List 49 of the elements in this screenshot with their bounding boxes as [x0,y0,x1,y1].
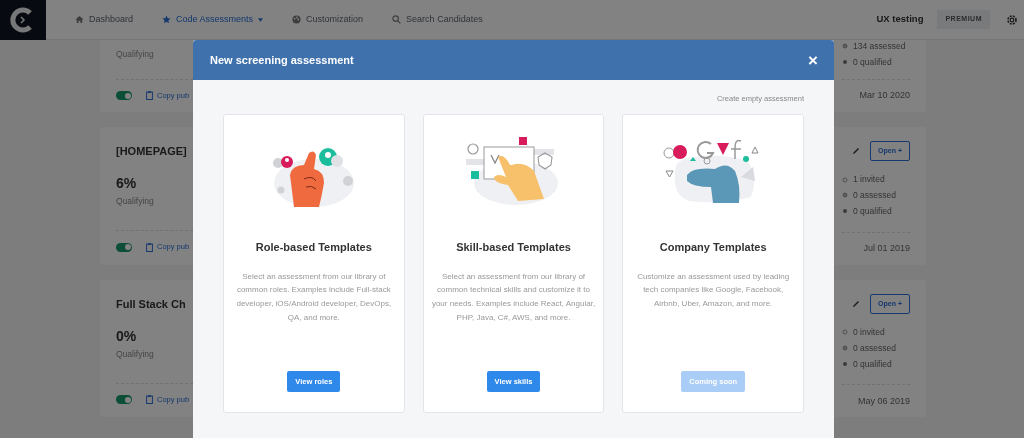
assessment-title[interactable]: [HOMEPAGE] [116,142,187,160]
stat-item: 134 assessed [842,40,906,53]
active-toggle[interactable] [116,91,132,101]
template-description: Select an assessment from our library of common roles. Examples include Full-stack developer, iOS/Android developer, DevOps, QA, and more. [235,270,393,324]
close-button[interactable]: × [808,51,818,69]
qualifying-label: Qualifying [116,348,154,361]
stat-item: 0 qualified [842,55,906,69]
created-date: Mar 10 2020 [859,88,910,102]
stat-item: 0 invited [842,326,896,339]
stat-dot-icon [842,41,848,52]
template-title: Role-based Templates [255,240,372,256]
qualifying-label: Qualifying [116,48,154,61]
template-title: Skill-based Templates [456,240,571,256]
created-date: May 06 2019 [857,394,910,408]
stat-dot-icon [842,327,848,338]
search-icon [392,15,402,24]
clipboard-icon [146,91,153,101]
stat-dot-icon [842,190,848,201]
modal-title: New screening assessment [210,52,354,68]
pencil-icon [852,147,861,155]
created-date: Jul 01 2019 [863,241,910,255]
nav-link[interactable]: Dashboard [75,12,134,27]
qualifying-percent: 0% [116,327,137,346]
active-toggle[interactable] [116,242,132,252]
stat-dot-icon [842,343,848,354]
nav-link[interactable]: Search Candidates [392,12,483,27]
home-icon [75,15,84,24]
stat-item: 1 invited [842,173,896,186]
clipboard-icon [146,395,153,405]
stat-item: 0 assessed [842,189,896,202]
star-icon [162,15,172,24]
nav-link[interactable]: Customization [292,12,364,27]
stat-item: 0 assessed [842,341,896,355]
active-toggle[interactable] [116,395,132,405]
settings-icon [1006,13,1018,26]
pencil-icon [852,299,861,308]
stat-item: 0 qualified [842,357,896,371]
qualifying-label: Qualifying [116,195,154,208]
template-description: Select an assessment from our library of common technical skills and customize it to your needs. Examples include React, Angular, PHP, Java, C#, AWS, and more. [431,270,596,324]
stat-item: 0 qualified [842,204,896,218]
nav-link[interactable]: Code Assessments [162,12,264,27]
assessment-title[interactable]: Full Stack Ch [116,295,186,312]
stat-dot-icon [842,174,848,185]
palette-icon [292,15,302,24]
template-description: Customize an assessment used by leading tech companies like Google, Facebook, Airbnb, Uber, Amazon, and more. [636,270,791,310]
qualifying-percent: 6% [116,174,137,194]
clipboard-icon [146,242,153,252]
account-name[interactable]: UX testing [876,12,924,27]
template-title: Company Templates [659,240,767,256]
